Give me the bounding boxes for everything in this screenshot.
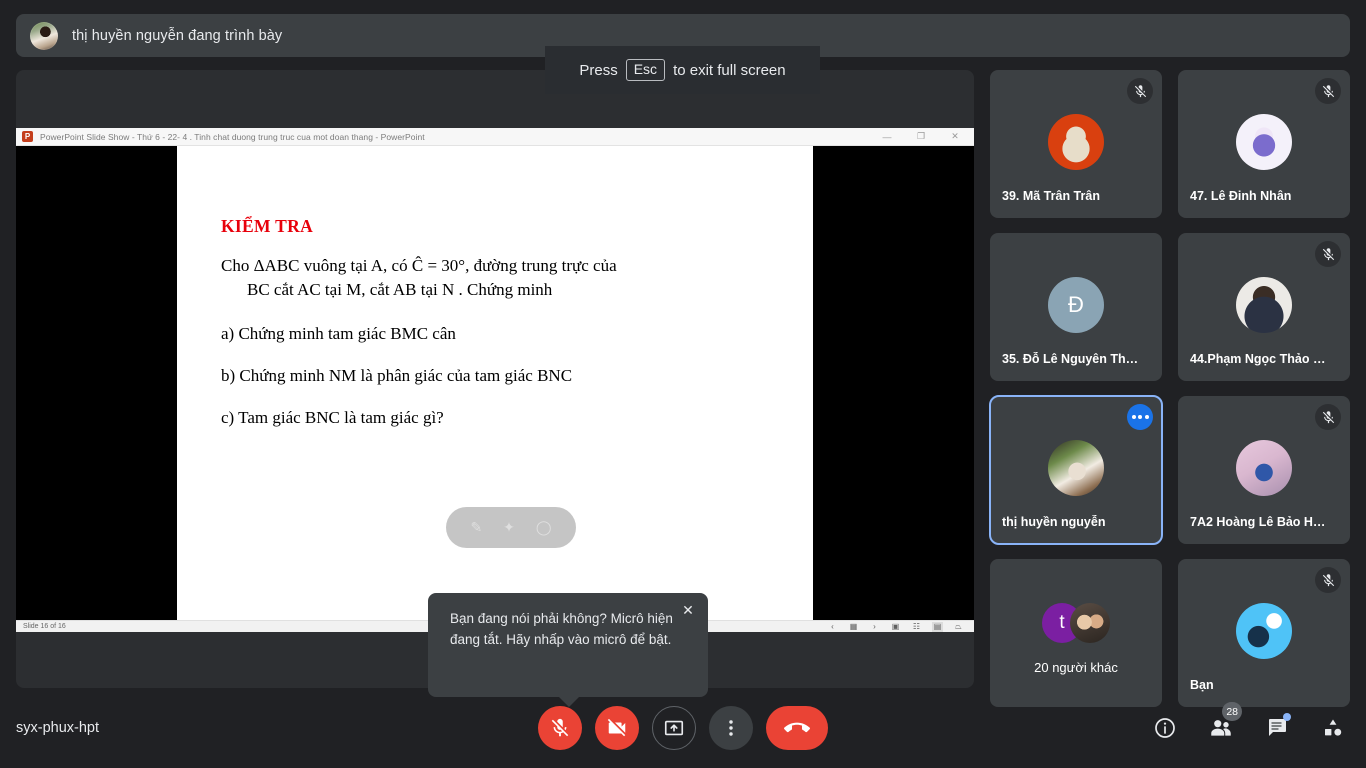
- powerpoint-title-text: PowerPoint Slide Show - Thứ 6 - 22- 4 . …: [40, 131, 425, 142]
- participant-name: 47. Lê Đinh Nhân: [1190, 189, 1292, 203]
- present-screen-icon: [664, 720, 684, 736]
- powerpoint-window[interactable]: PowerPoint Slide Show - Thứ 6 - 22- 4 . …: [16, 128, 974, 632]
- participant-name: 7A2 Hoàng Lê Bảo H…: [1190, 515, 1326, 529]
- participant-tile[interactable]: 47. Lê Đinh Nhân: [1178, 70, 1350, 218]
- avatar: [1048, 440, 1104, 496]
- slide-paragraph-line-1: Cho ΔABC vuông tại A, có Ĉ = 30°, đường …: [221, 256, 617, 275]
- mic-off-icon: [1322, 410, 1334, 423]
- slide-sorter-icon[interactable]: ☷: [911, 622, 922, 632]
- minimize-button[interactable]: —: [870, 128, 904, 145]
- present-screen-button[interactable]: [652, 706, 696, 750]
- mic-off-icon: [1322, 573, 1334, 586]
- mic-tooltip-text: Bạn đang nói phải không? Micrô hiện đang…: [450, 611, 673, 647]
- mic-off-icon: [551, 718, 569, 737]
- microphone-off-button[interactable]: [538, 706, 582, 750]
- powerpoint-titlebar: PowerPoint Slide Show - Thứ 6 - 22- 4 . …: [16, 128, 974, 146]
- activities-button[interactable]: [1316, 711, 1350, 745]
- reading-view-icon[interactable]: ▤: [932, 621, 943, 632]
- show-everyone-button[interactable]: 28: [1204, 702, 1242, 745]
- slide-canvas[interactable]: KIỂM TRA Cho ΔABC vuông tại A, có Ĉ = 30…: [16, 146, 974, 620]
- participant-tile[interactable]: 7A2 Hoàng Lê Bảo H…: [1178, 396, 1350, 544]
- slideshow-icon[interactable]: ⏢: [953, 622, 964, 632]
- avatar: [1048, 114, 1104, 170]
- esc-hint-suffix: to exit full screen: [673, 61, 786, 79]
- menu-icon[interactable]: ◯: [536, 519, 552, 536]
- chat-unread-dot: [1283, 713, 1291, 721]
- group-avatar-stack: t: [1042, 603, 1110, 643]
- mic-off-icon: [1322, 84, 1334, 97]
- participant-tile[interactable]: 44.Phạm Ngọc Thảo …: [1178, 233, 1350, 381]
- tile-more-options-button[interactable]: [1127, 404, 1153, 430]
- participant-name: 35. Đỗ Lê Nguyên Th…: [1002, 352, 1139, 366]
- muted-indicator: [1127, 78, 1153, 104]
- participant-tile[interactable]: 39. Mã Trân Trân: [990, 70, 1162, 218]
- slide-thumb-icon[interactable]: ▦: [848, 622, 859, 632]
- avatar: Đ: [1048, 277, 1104, 333]
- pointer-icon[interactable]: ✦: [503, 519, 515, 536]
- avatar: [1236, 440, 1292, 496]
- avatar: [1236, 277, 1292, 333]
- meeting-details-button[interactable]: [1148, 711, 1182, 745]
- slide-item-b: b) Chứng minh NM là phân giác của tam gi…: [221, 365, 573, 385]
- more-vertical-icon: [729, 720, 733, 736]
- avatar: [1236, 603, 1292, 659]
- muted-indicator: [1315, 241, 1341, 267]
- participant-name: 39. Mã Trân Trân: [1002, 189, 1100, 203]
- leave-call-button[interactable]: [766, 706, 828, 750]
- meeting-code: syx-phux-hpt: [16, 720, 100, 736]
- muted-indicator: [1315, 78, 1341, 104]
- slide-item-a: a) Chứng minh tam giác BMC cân: [221, 323, 456, 343]
- slide-page: KIỂM TRA Cho ΔABC vuông tại A, có Ĉ = 30…: [177, 146, 813, 620]
- participant-tile[interactable]: Bạn: [1178, 559, 1350, 707]
- window-controls: — ❐ ✕: [870, 128, 974, 145]
- participant-tile[interactable]: Đ 35. Đỗ Lê Nguyên Th…: [990, 233, 1162, 381]
- camera-off-icon: [607, 718, 626, 737]
- next-slide-icon[interactable]: ›: [869, 622, 880, 632]
- slide-counter: Slide 16 of 16: [23, 623, 66, 630]
- muted-indicator: [1315, 404, 1341, 430]
- close-icon[interactable]: ✕: [680, 602, 696, 618]
- slide-item-c: c) Tam giác BNC là tam giác gì?: [221, 407, 444, 427]
- pen-icon[interactable]: ✎: [470, 519, 482, 536]
- mic-off-icon: [1134, 84, 1146, 97]
- exit-fullscreen-hint: Press Esc to exit full screen: [545, 46, 820, 94]
- mic-off-icon: [1322, 247, 1334, 260]
- participant-name: thị huyền nguyễn: [1002, 515, 1106, 529]
- muted-indicator: [1315, 567, 1341, 593]
- normal-view-icon[interactable]: ▣: [890, 622, 901, 632]
- esc-hint-prefix: Press: [579, 61, 618, 79]
- presenting-label: thị huyền nguyễn đang trình bày: [72, 27, 283, 44]
- statusbar-controls: ‹ ▦ › ▣ ☷ ▤ ⏢: [827, 621, 970, 632]
- restore-button[interactable]: ❐: [904, 128, 938, 145]
- participant-grid: 39. Mã Trân Trân 47. Lê Đinh Nhân Đ 35. Đỗ …: [989, 70, 1350, 707]
- presenter-toolbar-overlay[interactable]: ✎ ✦ ◯: [446, 507, 576, 548]
- info-icon: [1155, 718, 1175, 738]
- close-button[interactable]: ✕: [938, 128, 972, 145]
- call-controls: [538, 706, 828, 750]
- participant-tile[interactable]: t 20 người khác: [990, 559, 1162, 707]
- participant-count-badge: 28: [1222, 702, 1242, 721]
- chat-button[interactable]: [1260, 711, 1294, 745]
- participant-name: 20 người khác: [1034, 660, 1118, 675]
- mic-muted-tooltip: ✕ Bạn đang nói phải không? Micrô hiện đa…: [428, 593, 708, 707]
- prev-slide-icon[interactable]: ‹: [827, 622, 838, 632]
- slide-body: KIỂM TRA Cho ΔABC vuông tại A, có Ĉ = 30…: [221, 216, 787, 449]
- activities-icon: [1325, 719, 1342, 736]
- slide-paragraph-line-2: BC cắt AC tại M, cắt AB tại N . Chứng mi…: [247, 279, 553, 299]
- meeting-right-actions: 28: [1148, 702, 1350, 745]
- participant-name: 44.Phạm Ngọc Thảo …: [1190, 352, 1326, 366]
- participant-tile[interactable]: thị huyền nguyễn: [989, 395, 1163, 545]
- more-options-button[interactable]: [709, 706, 753, 750]
- bottom-toolbar: syx-phux-hpt 28: [0, 688, 1366, 768]
- powerpoint-logo-icon: [22, 131, 33, 142]
- avatar: [1236, 114, 1292, 170]
- esc-key-glyph: Esc: [625, 58, 666, 82]
- phone-hangup-icon: [784, 722, 810, 733]
- camera-off-button[interactable]: [595, 706, 639, 750]
- presenter-avatar: [30, 21, 58, 50]
- slide-title: KIỂM TRA: [221, 216, 314, 236]
- avatar: [1070, 603, 1110, 643]
